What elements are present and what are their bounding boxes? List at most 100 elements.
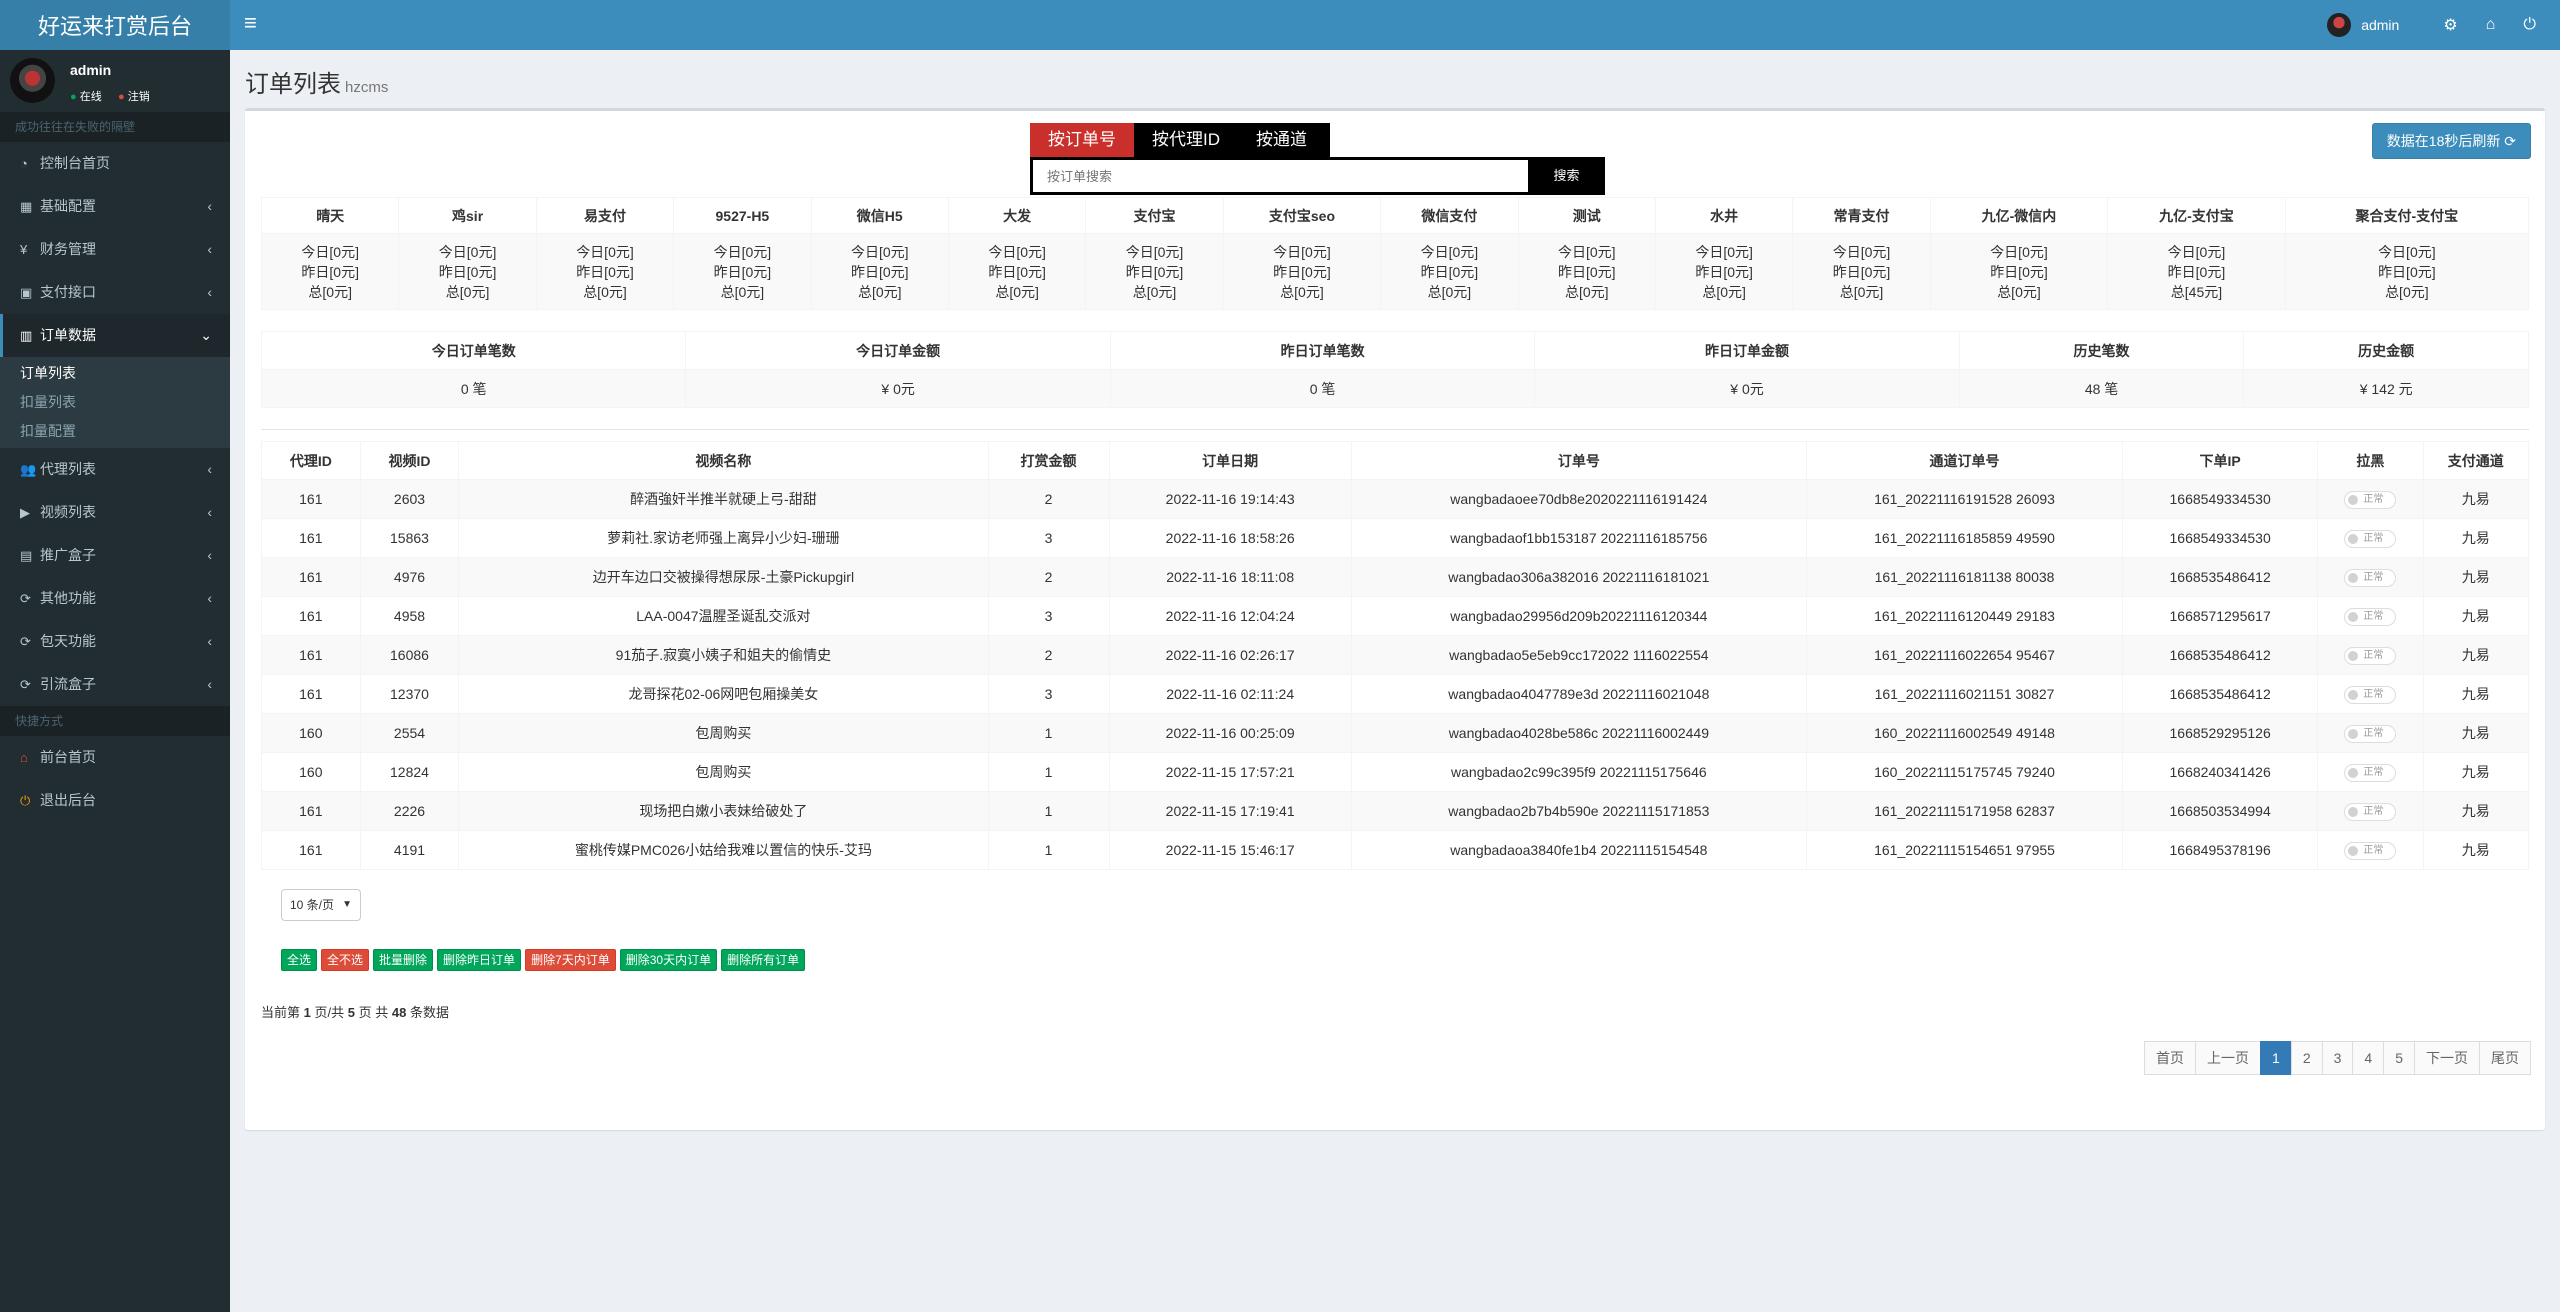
menu-toggle-icon[interactable]: ≡ xyxy=(244,10,257,36)
home-icon[interactable]: ⌂ xyxy=(2486,16,2496,34)
submenu-deduct-list[interactable]: 扣量列表 xyxy=(0,388,230,417)
channel-header: 易支付 xyxy=(535,197,675,234)
cell-order-no: wangbadaoa3840fe1b4 20221115154548 xyxy=(1350,830,1807,870)
action-button[interactable]: 删除昨日订单 xyxy=(437,949,522,971)
chevron-left-icon: ‹ xyxy=(207,461,212,477)
page-link[interactable]: 尾页 xyxy=(2479,1041,2531,1075)
cell-agent-id: 161 xyxy=(261,596,361,636)
sidebar-item-orders[interactable]: ▥ 订单数据 ⌄ xyxy=(0,314,230,357)
channel-total: 总[0元] xyxy=(1132,283,1177,300)
cell-blacklist: 正常 xyxy=(2317,479,2424,519)
cell-channel-order-no: 161_20221116022654 95467 xyxy=(1805,635,2124,675)
status-logout[interactable]: ● 注销 xyxy=(118,88,150,104)
page-link[interactable]: 2 xyxy=(2290,1041,2323,1075)
sidebar-item-traffic-box[interactable]: ⟳ 引流盒子 ‹ xyxy=(0,663,230,706)
cell-video-id: 4958 xyxy=(359,596,460,636)
logout-dot-icon: ● xyxy=(118,91,125,103)
sidebar-header: 成功往往在失败的隔壁 xyxy=(0,112,230,142)
submenu-deduct-config[interactable]: 扣量配置 xyxy=(0,417,230,446)
chevron-left-icon: ‹ xyxy=(207,547,212,563)
search-bar: 搜索 xyxy=(1030,157,1605,195)
blacklist-toggle[interactable]: 正常 xyxy=(2344,491,2397,509)
cell-blacklist: 正常 xyxy=(2317,830,2424,870)
channel-yesterday: 昨日[0元] xyxy=(850,263,909,280)
channel-today: 今日[0元] xyxy=(1420,243,1479,260)
orders-header: 订单号 xyxy=(1350,441,1807,480)
page-link[interactable]: 上一页 xyxy=(2195,1041,2262,1075)
sidebar-item-dashboard[interactable]: ◔ 控制台首页 xyxy=(0,142,230,185)
action-button[interactable]: 删除30天内订单 xyxy=(619,949,718,971)
channel-yesterday: 昨日[0元] xyxy=(576,263,634,280)
sidebar-item-payment[interactable]: ▣ 支付接口 ‹ xyxy=(0,271,230,314)
sidebar-item-promo-box[interactable]: ▤ 推广盒子 ‹ xyxy=(0,534,230,577)
navbar-username[interactable]: admin xyxy=(2361,17,2399,33)
page-link[interactable]: 5 xyxy=(2383,1041,2415,1075)
search-button[interactable]: 搜索 xyxy=(1528,157,1605,195)
tab-by-channel[interactable]: 按通道 xyxy=(1238,123,1325,157)
refresh-button[interactable]: 数据在18秒后刷新 ⟳ xyxy=(2371,123,2531,159)
cell-amount: 2 xyxy=(987,479,1110,519)
page-link[interactable]: 首页 xyxy=(2144,1041,2197,1075)
cell-amount: 1 xyxy=(987,791,1110,831)
action-button[interactable]: 批量删除 xyxy=(373,949,434,971)
channel-total: 总[0元] xyxy=(1997,283,2041,300)
power-icon[interactable]: ⏻ xyxy=(2523,16,2536,34)
blacklist-toggle[interactable]: 正常 xyxy=(2344,725,2397,743)
navbar-avatar[interactable] xyxy=(2327,13,2352,37)
app-logo[interactable]: 好运来打赏后台 xyxy=(0,0,230,50)
cell-order-date: 2022-11-16 18:11:08 xyxy=(1108,557,1352,597)
page-link[interactable]: 1 xyxy=(2260,1041,2292,1075)
channel-yesterday: 昨日[0元] xyxy=(438,263,497,280)
sidebar: admin ● 在线 ● 注销 成功往往在失败的隔壁 ◔ 控制台首页 ▦ 基础配置 ‹… xyxy=(0,50,230,1312)
blacklist-toggle[interactable]: 正常 xyxy=(2344,803,2397,821)
submenu-order-list[interactable]: 订单列表 xyxy=(0,359,230,388)
page-link[interactable]: 3 xyxy=(2321,1041,2354,1075)
sidebar-item-daily-pass[interactable]: ⟳ 包天功能 ‹ xyxy=(0,620,230,663)
channel-cell: 今日[0元] 昨日[0元] 总[0元] xyxy=(673,233,812,310)
tab-by-order-no[interactable]: 按订单号 xyxy=(1030,123,1134,157)
cell-order-no: wangbadao2b7b4b590e 20221115171853 xyxy=(1350,791,1807,831)
chevron-down-icon: ⌄ xyxy=(200,327,212,343)
cell-video-name: LAA-0047温腥圣诞乱交派对 xyxy=(458,596,989,636)
channel-stats-table: 晴天 鸡sir 易支付 9527-H5 微信H5 大发 支付宝 支付宝seo 微信支付 测试 水井常… xyxy=(260,197,2530,310)
orders-header: 视频ID xyxy=(359,441,460,480)
status-online[interactable]: ● 在线 xyxy=(70,88,102,104)
action-button[interactable]: 全选 xyxy=(281,949,318,971)
action-button[interactable]: 全不选 xyxy=(321,949,370,971)
blacklist-toggle[interactable]: 正常 xyxy=(2344,842,2397,860)
blacklist-toggle[interactable]: 正常 xyxy=(2344,764,2397,782)
tab-by-agent-id[interactable]: 按代理ID xyxy=(1134,123,1238,157)
sidebar-item-frontend[interactable]: ⌂ 前台首页 xyxy=(0,736,230,779)
table-row: 161 2603 醉酒強奸半推半就硬上弓-甜甜 2 2022-11-16 19:14:4… xyxy=(261,479,2530,519)
sidebar-item-finance[interactable]: ¥ 财务管理 ‹ xyxy=(0,228,230,271)
per-page-select[interactable]: 10 条/页 ▼ xyxy=(281,889,361,921)
orders-header: 订单日期 xyxy=(1108,441,1352,480)
page-link[interactable]: 下一页 xyxy=(2414,1041,2480,1075)
search-tabs: 按订单号 按代理ID 按通道 xyxy=(1030,123,1330,157)
sidebar-item-logout[interactable]: ⏻ 退出后台 xyxy=(0,779,230,822)
blacklist-toggle[interactable]: 正常 xyxy=(2344,569,2397,587)
blacklist-toggle[interactable]: 正常 xyxy=(2344,686,2397,704)
cell-order-no: wangbadao4028be586c 20221116002449 xyxy=(1350,713,1807,753)
sidebar-item-other[interactable]: ⟳ 其他功能 ‹ xyxy=(0,577,230,620)
sidebar-item-basic-config[interactable]: ▦ 基础配置 ‹ xyxy=(0,185,230,228)
channel-total: 总[0元] xyxy=(2385,283,2429,300)
blacklist-toggle[interactable]: 正常 xyxy=(2344,647,2397,665)
channel-cell: 今日[0元] 昨日[0元] 总[0元] xyxy=(1929,233,2109,310)
search-input[interactable] xyxy=(1033,160,1528,192)
sidebar-item-videos[interactable]: ▶ 视频列表 ‹ xyxy=(0,491,230,534)
blacklist-toggle[interactable]: 正常 xyxy=(2344,530,2397,548)
cogs-icon[interactable]: ⚙ xyxy=(2443,15,2457,35)
action-button[interactable]: 删除7天内订单 xyxy=(525,949,616,971)
cell-pay-channel: 九易 xyxy=(2422,479,2530,519)
blacklist-toggle[interactable]: 正常 xyxy=(2344,608,2397,626)
cell-pay-channel: 九易 xyxy=(2422,674,2530,714)
refresh-icon: ⟳ xyxy=(2504,133,2516,149)
sidebar-item-agents[interactable]: 👥 代理列表 ‹ xyxy=(0,448,230,491)
page-link[interactable]: 4 xyxy=(2352,1041,2385,1075)
channel-yesterday: 昨日[0元] xyxy=(1695,263,1753,280)
channel-header: 9527-H5 xyxy=(673,197,812,234)
action-button[interactable]: 删除所有订单 xyxy=(721,949,806,971)
channel-today: 今日[0元] xyxy=(988,243,1046,260)
channel-cell: 今日[0元] 昨日[0元] 总[0元] xyxy=(947,233,1087,310)
